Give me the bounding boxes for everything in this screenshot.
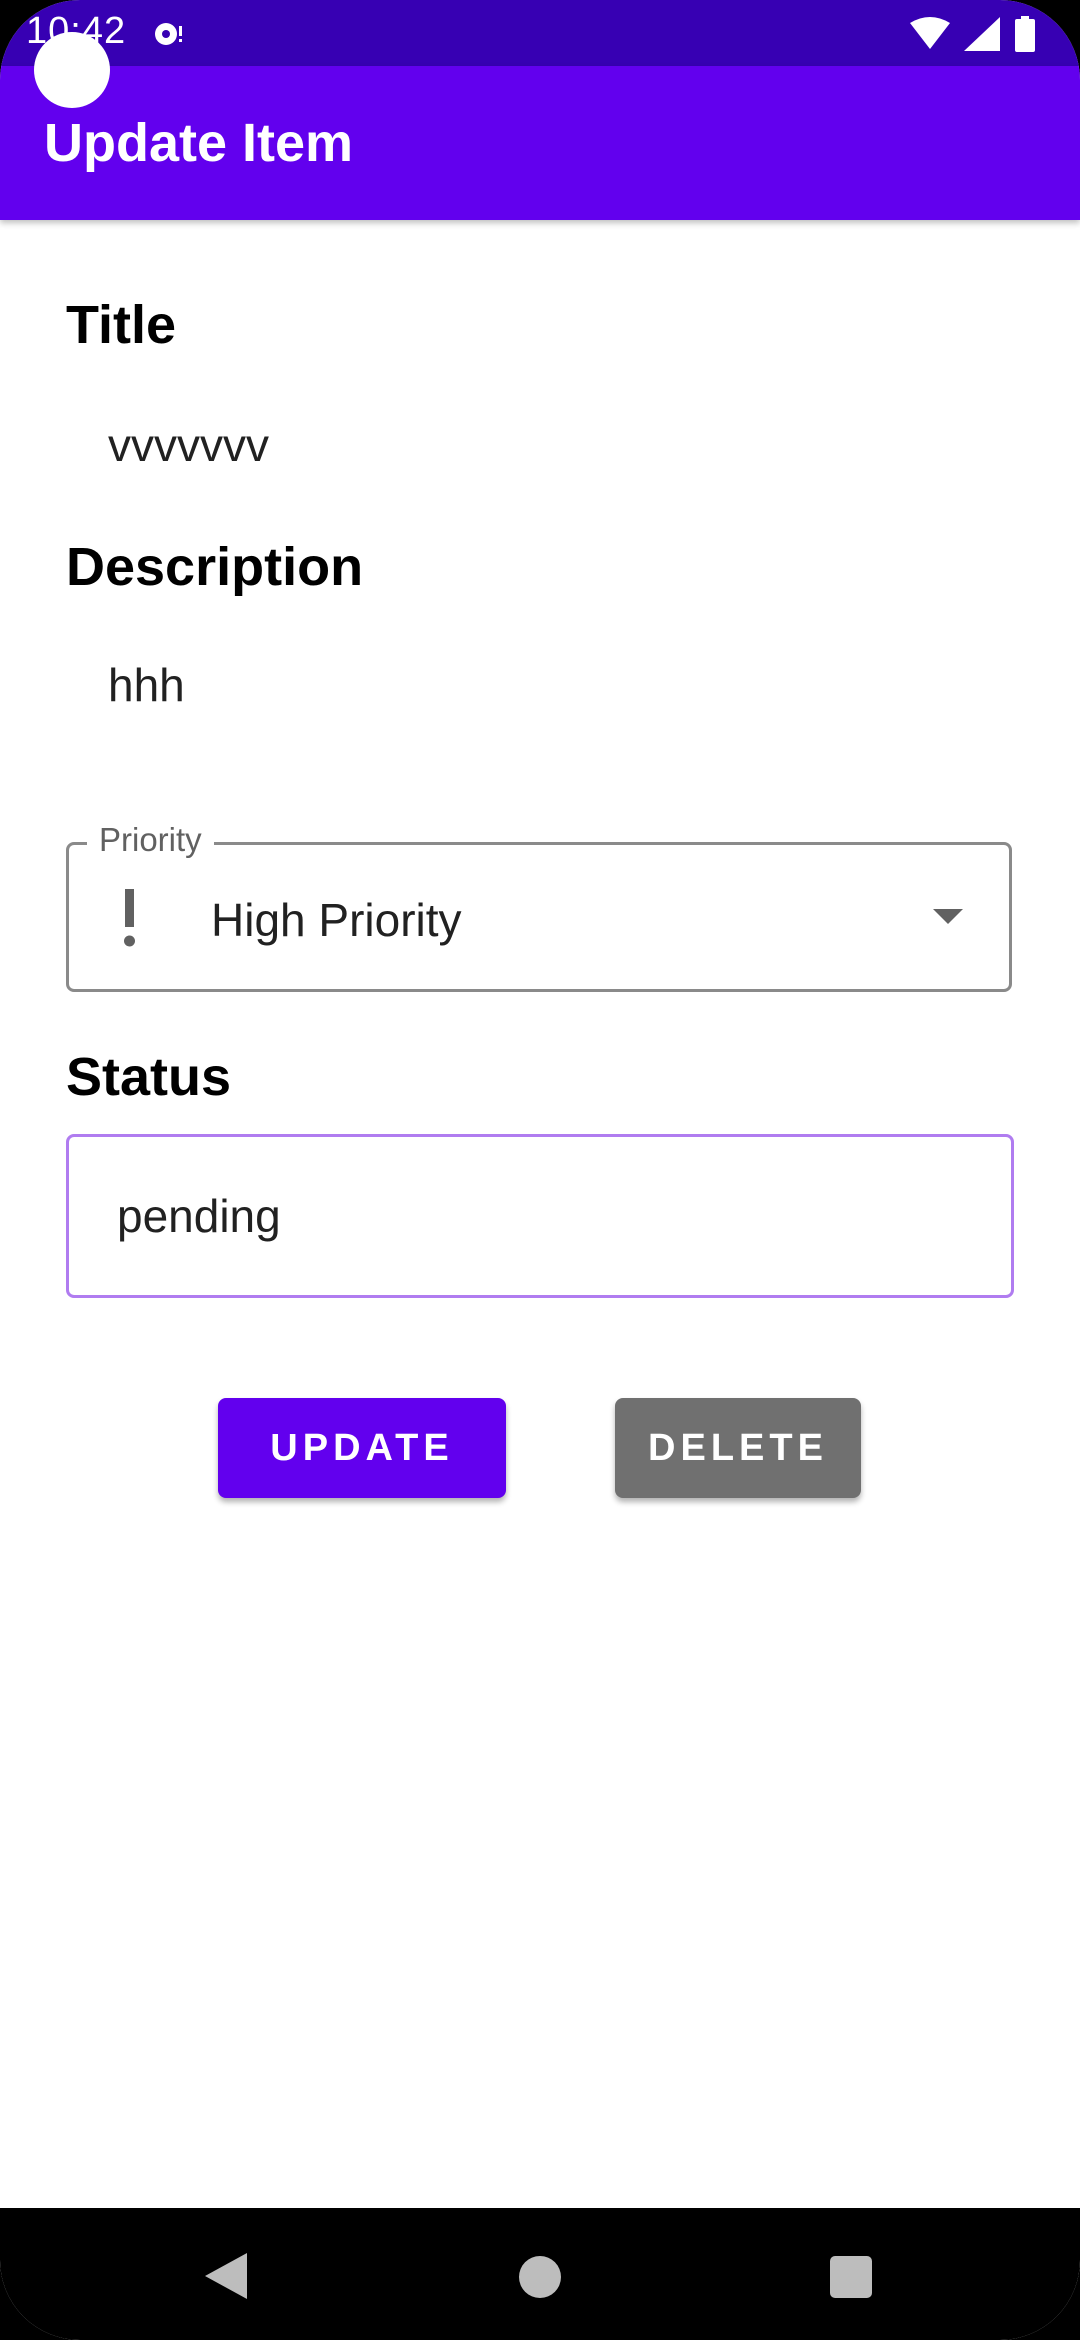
priority-label: Priority: [87, 821, 214, 859]
description-label: Description: [66, 537, 364, 597]
title-value[interactable]: vvvvvvv: [108, 418, 269, 472]
battery-icon: [1015, 16, 1035, 52]
signal-icon: [964, 17, 1000, 51]
status-input[interactable]: [66, 1134, 1014, 1298]
priority-high-icon: [124, 889, 135, 947]
recents-icon[interactable]: [830, 2256, 872, 2298]
home-icon[interactable]: [519, 2256, 561, 2298]
media-notification-icon: [155, 23, 182, 45]
camera-cutout: [34, 32, 110, 108]
description-value[interactable]: hhh: [108, 658, 185, 712]
title-label: Title: [66, 295, 177, 355]
update-button[interactable]: UPDATE: [218, 1398, 506, 1498]
priority-selected-value: High Priority: [211, 894, 462, 946]
page-title: Update Item: [44, 113, 354, 173]
wifi-icon: [910, 17, 950, 49]
app-bar: Update Item: [0, 66, 1080, 220]
delete-button[interactable]: DELETE: [615, 1398, 861, 1498]
priority-dropdown[interactable]: Priority High Priority: [66, 821, 1012, 992]
navigation-bar: [0, 2208, 1080, 2340]
status-label: Status: [66, 1047, 232, 1107]
dropdown-arrow-icon[interactable]: [933, 909, 963, 924]
status-bar: 10:42: [0, 0, 1080, 66]
status-icons: [910, 14, 1036, 54]
screen: 10:42 Update Item Title vvvvvvv Descript…: [0, 0, 1080, 2340]
back-icon[interactable]: [205, 2253, 247, 2299]
